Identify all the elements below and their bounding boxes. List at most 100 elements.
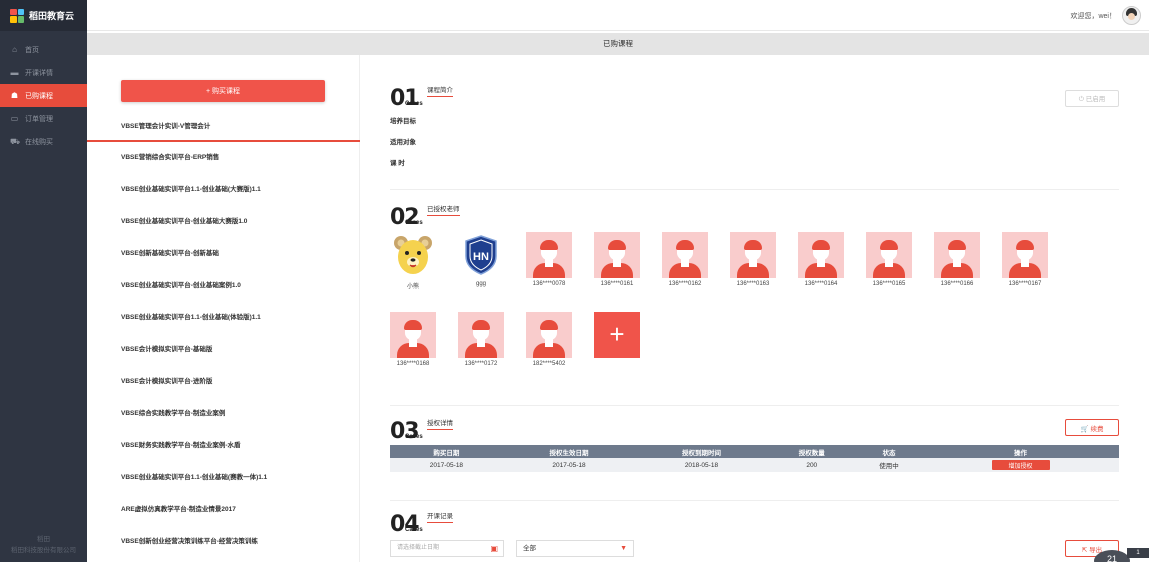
section-number: 02 — [390, 205, 420, 230]
teacher-name: 136****0161 — [600, 281, 634, 287]
default-avatar-icon — [662, 232, 708, 278]
divider — [390, 500, 1119, 501]
top-bar: 欢迎您，wei！ — [87, 0, 1149, 31]
teacher-card[interactable]: HN ggg — [453, 232, 509, 287]
default-avatar-icon — [458, 312, 504, 358]
default-avatar-icon — [526, 232, 572, 278]
sidebar-item-home[interactable]: ⌂ 首页 — [0, 38, 87, 61]
sidebar-item-online-purchase[interactable]: ⛟ 在线购买 — [0, 130, 87, 153]
sidebar-item-purchased-courses[interactable]: ☗ 已购课程 — [0, 84, 87, 107]
sidebar-item-label: 开课详情 — [25, 69, 53, 77]
sidebar-item-label: 已购课程 — [25, 92, 53, 100]
teacher-name: 136****0167 — [1008, 281, 1042, 287]
expiry-date-cell: 2018-05-18 — [635, 458, 768, 472]
quantity-cell: 200 — [767, 458, 856, 472]
default-avatar-icon — [934, 232, 980, 278]
teacher-card[interactable]: 136****0161 — [589, 232, 645, 287]
enabled-button-label: 已启用 — [1085, 96, 1106, 103]
export-icon: ⇱ — [1081, 546, 1088, 554]
user-avatar[interactable] — [1122, 6, 1141, 25]
training-goal-label: 培养目标 — [390, 118, 416, 125]
sidebar-item-class-details[interactable]: ▬ 开课详情 — [0, 61, 87, 84]
status-select[interactable]: 全部 ▼ — [516, 540, 634, 557]
hn-shield-avatar-icon: HN — [458, 232, 504, 278]
teacher-card[interactable]: 182****5402 — [521, 312, 577, 367]
end-date-input[interactable]: 请选择截止日期 ▣ — [390, 540, 504, 557]
sidebar-footer-line2: 稻田科技股份有限公司 — [11, 547, 76, 554]
teacher-card[interactable]: 小熊 — [385, 232, 441, 290]
course-list-item[interactable]: VBSE创业基础实训平台-创业基础案例1.0 — [87, 270, 360, 302]
course-list-item[interactable]: VBSE创业基础实训平台-创业基础大赛版1.0 — [87, 206, 360, 238]
course-list-item[interactable]: VBSE营销综合实训平台-ERP销售 — [87, 142, 360, 174]
purchase-date-cell: 2017-05-18 — [390, 458, 503, 472]
section-cases-label: Cases — [405, 527, 423, 533]
column-header: 状态 — [855, 445, 923, 458]
add-teacher-button[interactable]: + — [594, 312, 640, 358]
brand[interactable]: 稻田教育云 — [0, 0, 87, 31]
course-list-item[interactable]: ARE虚拟仿真教学平台-制造业情景2017 — [87, 494, 360, 526]
renew-button[interactable]: 🛒 续费 — [1065, 419, 1119, 436]
divider — [390, 189, 1119, 190]
column-header: 授权数量 — [767, 445, 856, 458]
sidebar-item-label: 在线购买 — [25, 138, 53, 146]
course-list-item[interactable]: VBSE创业基础实训平台1.1-创业基础(体验版)1.1 — [87, 302, 360, 334]
buy-course-button[interactable]: + 购买课程 — [121, 80, 325, 102]
section-auth: 03 Cases 授权详情 🛒 续费 购买日期 授权生效日期 授权到期时间 授权… — [390, 413, 1119, 501]
course-list-item[interactable]: VBSE综合实践教学平台-制造业案例 — [87, 398, 360, 430]
default-avatar-icon — [526, 312, 572, 358]
column-header: 授权到期时间 — [635, 445, 768, 458]
teacher-card[interactable]: 136****0168 — [385, 312, 441, 367]
course-list-item[interactable]: VBSE创业基础实训平台1.1-创业基础(大赛版)1.1 — [87, 174, 360, 206]
teacher-name: 182****5402 — [532, 361, 566, 367]
teacher-card[interactable]: 136****0166 — [929, 232, 985, 287]
column-header: 购买日期 — [390, 445, 503, 458]
teacher-card[interactable]: 136****0162 — [657, 232, 713, 287]
card-icon: ▭ — [10, 114, 19, 123]
zoom-badge[interactable]: 21 — [1094, 550, 1130, 562]
renew-button-label: 续费 — [1090, 425, 1104, 433]
cart-bag-icon: ☗ — [10, 91, 19, 100]
brand-logo-icon — [10, 8, 24, 23]
teacher-card[interactable]: 136****0164 — [793, 232, 849, 287]
section-title: 已授权老师 — [427, 203, 460, 216]
sidebar-footer: 稻田 稻田科技股份有限公司 — [0, 534, 87, 556]
page-title: 已购课程 — [87, 33, 1149, 55]
sidebar-item-orders[interactable]: ▭ 订单管理 — [0, 107, 87, 130]
teacher-card[interactable]: 136****0172 — [453, 312, 509, 367]
teacher-name: 136****0165 — [872, 281, 906, 287]
class-hours-label: 课 时 — [390, 160, 405, 167]
course-detail-panel: 01 Cases 课程简介 ⏻ 已启用 培养目标 适用对象 课 时 02 Cas… — [360, 55, 1149, 562]
section-title: 授权详情 — [427, 417, 453, 430]
teacher-name: 136****0172 — [464, 361, 498, 367]
teacher-card[interactable]: 136****0167 — [997, 232, 1053, 287]
course-list-item[interactable]: VBSE管理会计实训-V管理会计 — [87, 111, 360, 142]
power-icon: ⏻ — [1078, 96, 1084, 103]
course-list-item[interactable]: VBSE创新创业经营决策训练平台-经营决策训练 — [87, 526, 360, 558]
teacher-card[interactable]: 136****0078 — [521, 232, 577, 287]
course-list-item[interactable]: VBSE会计模拟实训平台-基础版 — [87, 334, 360, 366]
course-list-item[interactable]: VBSE会计模拟实训平台-进阶版 — [87, 366, 360, 398]
zoom-strip[interactable]: 1 — [1127, 548, 1149, 558]
section-number: 03 — [390, 419, 420, 444]
calendar-icon[interactable]: ▣ — [490, 541, 498, 556]
column-header: 操作 — [922, 445, 1119, 458]
default-avatar-icon — [594, 232, 640, 278]
auth-table: 购买日期 授权生效日期 授权到期时间 授权数量 状态 操作 2017-05-18… — [390, 445, 1119, 472]
default-avatar-icon — [730, 232, 776, 278]
bear-avatar-icon — [390, 232, 436, 278]
add-authorization-button[interactable]: 增加授权 — [991, 460, 1050, 470]
enabled-button[interactable]: ⏻ 已启用 — [1065, 90, 1119, 107]
default-avatar-icon — [866, 232, 912, 278]
course-list-item[interactable]: VBSE财务实践教学平台-制造业案例-水盾 — [87, 430, 360, 462]
section-teachers: 02 Cases 已授权老师 小熊 HN ggg 136****0078 136****… — [390, 199, 1119, 406]
course-list-item[interactable]: VBSE创新基础实训平台-创新基础 — [87, 238, 360, 270]
action-cell: 增加授权 — [922, 458, 1119, 472]
course-list-item[interactable]: VBSE创业基础实训平台1.1-创业基础(赛教一体)1.1 — [87, 462, 360, 494]
teacher-card[interactable]: 136****0165 — [861, 232, 917, 287]
section-intro: 01 Cases 课程简介 ⏻ 已启用 培养目标 适用对象 课 时 — [390, 80, 1119, 190]
teacher-name: 136****0078 — [532, 281, 566, 287]
sidebar-footer-line1: 稻田 — [37, 536, 50, 543]
teacher-name: 小熊 — [406, 284, 419, 290]
table-row: 2017-05-18 2017-05-18 2018-05-18 200 使用中… — [390, 458, 1119, 472]
teacher-card[interactable]: 136****0163 — [725, 232, 781, 287]
